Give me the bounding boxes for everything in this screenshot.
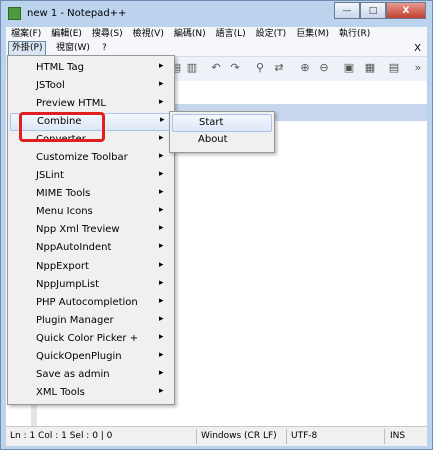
combine-start-item[interactable]: Start bbox=[172, 114, 272, 132]
menu-view[interactable]: 檢視(V) bbox=[128, 27, 169, 41]
window-title: new 1 - Notepad++ bbox=[27, 8, 127, 19]
plugins-dropdown-menu: HTML Tag ▸ JSTool ▸ Preview HTML ▸ Combine ▸… bbox=[7, 55, 175, 405]
status-bar: Ln : 1 Col : 1 Sel : 0 | 0 Windows (CR L… bbox=[6, 426, 427, 446]
menu-help[interactable]: ? bbox=[102, 41, 107, 56]
menu-file[interactable]: 檔案(F) bbox=[6, 27, 46, 41]
close-button[interactable]: X bbox=[386, 2, 426, 19]
plugin-item-html-tag[interactable]: HTML Tag ▸ bbox=[10, 60, 172, 78]
wrap-icon[interactable]: ▦ bbox=[363, 61, 377, 75]
window-controls: — □ X bbox=[334, 2, 426, 19]
status-separator bbox=[384, 429, 385, 444]
plugin-item-save-as-admin[interactable]: Save as admin ▸ bbox=[10, 367, 172, 385]
combine-highlight-annotation bbox=[19, 112, 105, 142]
combine-about-item[interactable]: About bbox=[172, 132, 272, 150]
submenu-arrow-icon: ▸ bbox=[159, 260, 164, 270]
submenu-arrow-icon: ▸ bbox=[159, 61, 164, 71]
submenu-arrow-icon: ▸ bbox=[159, 314, 164, 324]
plugin-item-nppautoindent[interactable]: NppAutoIndent ▸ bbox=[10, 240, 172, 258]
plugin-item-nppexport[interactable]: NppExport ▸ bbox=[10, 259, 172, 277]
menu-window[interactable]: 視窗(W) bbox=[56, 41, 90, 56]
menu-bar: 檔案(F) 編輯(E) 搜尋(S) 檢視(V) 編碼(N) 語言(L) 設定(T… bbox=[6, 27, 427, 41]
menu-language[interactable]: 語言(L) bbox=[211, 27, 251, 41]
submenu-arrow-icon: ▸ bbox=[159, 368, 164, 378]
plugin-item-plugin-manager[interactable]: Plugin Manager ▸ bbox=[10, 313, 172, 331]
status-separator bbox=[286, 429, 287, 444]
plugin-item-mime-tools[interactable]: MIME Tools ▸ bbox=[10, 186, 172, 204]
submenu-arrow-icon: ▸ bbox=[159, 386, 164, 396]
zoom-out-icon[interactable]: ⊖ bbox=[317, 61, 331, 75]
menu-edit[interactable]: 編輯(E) bbox=[46, 27, 87, 41]
menu-bar-row2: 外掛(P) 視窗(W) ? X bbox=[6, 41, 427, 56]
menu-plugins[interactable]: 外掛(P) bbox=[8, 41, 47, 56]
menu-settings[interactable]: 設定(T) bbox=[251, 27, 292, 41]
combine-submenu: Start About bbox=[169, 111, 275, 153]
menu-macro[interactable]: 巨集(M) bbox=[291, 27, 334, 41]
title-bar: new 1 - Notepad++ — □ X bbox=[1, 1, 432, 27]
replace-icon[interactable]: ⇄ bbox=[272, 61, 286, 75]
minimize-button[interactable]: — bbox=[334, 2, 360, 19]
submenu-arrow-icon: ▸ bbox=[159, 332, 164, 342]
status-separator bbox=[196, 429, 197, 444]
menu-run[interactable]: 執行(R) bbox=[334, 27, 375, 41]
plugin-item-menu-icons[interactable]: Menu Icons ▸ bbox=[10, 204, 172, 222]
submenu-arrow-icon: ▸ bbox=[159, 223, 164, 233]
submenu-arrow-icon: ▸ bbox=[159, 97, 164, 107]
all-chars-icon[interactable]: ▤ bbox=[387, 61, 401, 75]
menu-search[interactable]: 搜尋(S) bbox=[87, 27, 128, 41]
submenu-arrow-icon: ▸ bbox=[159, 296, 164, 306]
submenu-arrow-icon: ▸ bbox=[159, 151, 164, 161]
submenu-arrow-icon: ▸ bbox=[159, 205, 164, 215]
plugin-item-jslint[interactable]: JSLint ▸ bbox=[10, 168, 172, 186]
undo-icon[interactable]: ↶ bbox=[209, 61, 223, 75]
sync-scroll-icon[interactable]: ▣ bbox=[342, 61, 356, 75]
submenu-arrow-icon: ▸ bbox=[159, 241, 164, 251]
plugin-item-nppjumplist[interactable]: NppJumpList ▸ bbox=[10, 277, 172, 295]
submenu-arrow-icon: ▸ bbox=[159, 79, 164, 89]
plugin-item-jstool[interactable]: JSTool ▸ bbox=[10, 78, 172, 96]
zoom-in-icon[interactable]: ⊕ bbox=[298, 61, 312, 75]
plugin-item-quickopenplugin[interactable]: QuickOpenPlugin ▸ bbox=[10, 349, 172, 367]
copy-icon[interactable]: ▥ bbox=[185, 61, 199, 75]
maximize-button[interactable]: □ bbox=[360, 2, 386, 19]
submenu-arrow-icon: ▸ bbox=[159, 187, 164, 197]
status-position: Ln : 1 Col : 1 Sel : 0 | 0 bbox=[10, 431, 113, 441]
submenu-arrow-icon: ▸ bbox=[160, 115, 165, 125]
plugin-item-npp-xml-treview[interactable]: Npp Xml Treview ▸ bbox=[10, 222, 172, 240]
plugin-item-quick-color-picker[interactable]: Quick Color Picker + ▸ bbox=[10, 331, 172, 349]
status-eol: Windows (CR LF) bbox=[201, 431, 277, 441]
status-insert-mode: INS bbox=[390, 431, 406, 441]
close-document-icon[interactable]: X bbox=[414, 41, 421, 56]
plugin-item-customize-toolbar[interactable]: Customize Toolbar ▸ bbox=[10, 150, 172, 168]
plugin-item-php-autocompletion[interactable]: PHP Autocompletion ▸ bbox=[10, 295, 172, 313]
submenu-arrow-icon: ▸ bbox=[159, 278, 164, 288]
find-icon[interactable]: ⚲ bbox=[253, 61, 267, 75]
submenu-arrow-icon: ▸ bbox=[159, 133, 164, 143]
status-encoding: UTF-8 bbox=[291, 431, 318, 441]
toolbar-overflow-icon[interactable]: » bbox=[411, 61, 425, 75]
menu-encoding[interactable]: 編碼(N) bbox=[169, 27, 211, 41]
plugin-item-xml-tools[interactable]: XML Tools ▸ bbox=[10, 385, 172, 403]
submenu-arrow-icon: ▸ bbox=[159, 169, 164, 179]
redo-icon[interactable]: ↷ bbox=[228, 61, 242, 75]
notepad-app-icon bbox=[8, 7, 21, 20]
submenu-arrow-icon: ▸ bbox=[159, 350, 164, 360]
